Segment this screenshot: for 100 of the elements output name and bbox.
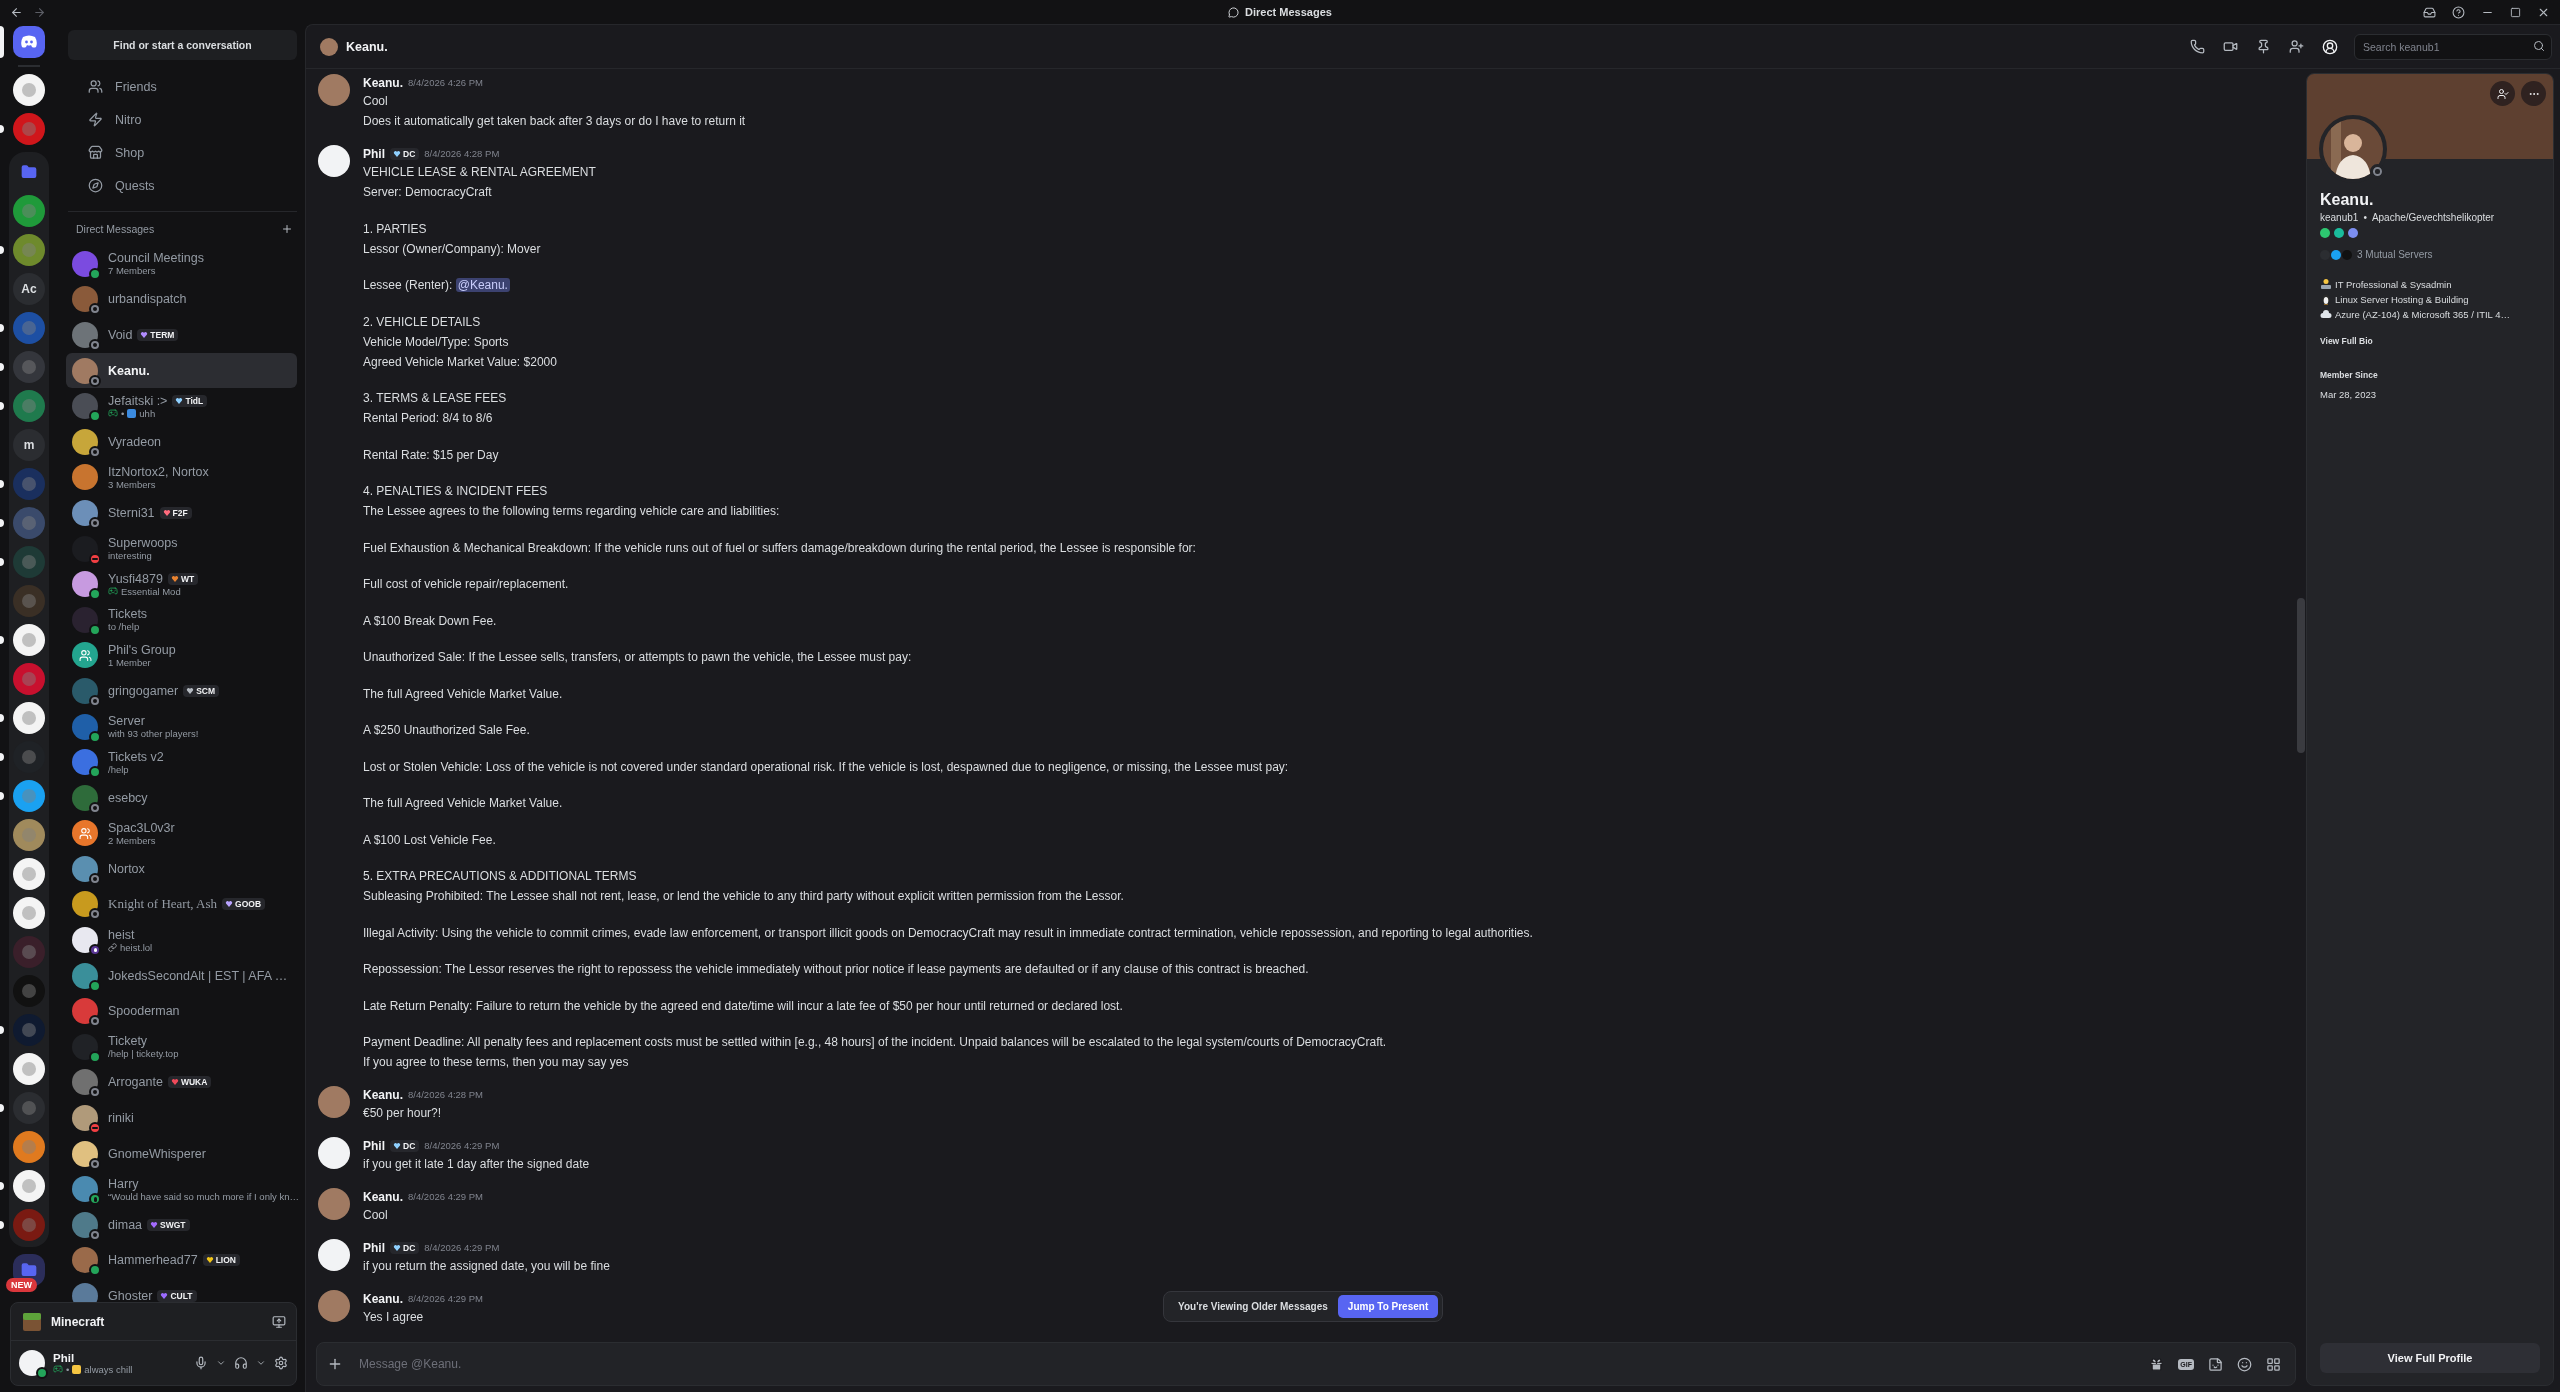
dm-item[interactable]: Keanu. [66, 352, 297, 389]
dm-subtitle: 3 Members [108, 478, 156, 490]
dm-item[interactable]: GnomeWhisperer [66, 1135, 297, 1172]
settings-icon[interactable] [274, 1356, 288, 1370]
dm-item[interactable]: Void TERM [66, 317, 297, 353]
headphones-icon[interactable] [234, 1356, 248, 1370]
jump-to-present-button[interactable]: Jump To Present [1337, 1295, 1439, 1318]
message-text: Cool [363, 1207, 389, 1224]
dm-item[interactable]: Spooderman [66, 993, 297, 1030]
dm-item[interactable]: Harry “Would have said so much more if I only kn… [66, 1171, 297, 1208]
dm-item[interactable]: Knight of Heart, Ash GOOB [66, 886, 297, 923]
author-name[interactable]: Keanu. [363, 75, 403, 90]
author-name[interactable]: Phil [363, 1138, 385, 1153]
server-icon[interactable] [13, 74, 45, 106]
profile-badge-icon[interactable] [2348, 228, 2358, 238]
dm-item[interactable]: Arrogante WUKA [66, 1064, 297, 1101]
dm-item[interactable]: Vyradeon [66, 423, 297, 460]
nav-item[interactable]: Shop [76, 136, 289, 169]
profile-badge-icon[interactable] [2334, 228, 2344, 238]
user-avatar[interactable] [318, 1239, 350, 1271]
view-bio-link[interactable]: View Full Bio [2320, 336, 2540, 346]
search-field[interactable]: Search keanub1 [2354, 33, 2552, 60]
server-icon[interactable] [13, 858, 45, 890]
message-text: VEHICLE LEASE & RENTAL AGREEMENT [363, 164, 597, 181]
forward-icon[interactable] [33, 5, 46, 19]
dm-item[interactable]: Tickets v2 /help [66, 744, 297, 780]
app-logo-icon[interactable] [13, 26, 45, 58]
add-icon[interactable] [281, 223, 293, 235]
message-text: Late Return Penalty: Failure to return the vehicle by the agreed end date/time will incur a late fee of $50 per hour until returned or declared lost. [363, 997, 1124, 1015]
phone-icon[interactable] [2190, 39, 2205, 54]
mention-link[interactable]: @Keanu. [455, 278, 510, 292]
conversation-search-button[interactable]: Find or start a conversation [68, 30, 297, 60]
server-icon[interactable]: Ac [13, 273, 45, 305]
author-name[interactable]: Keanu. [363, 1291, 403, 1306]
controller-icon [108, 408, 118, 419]
author-name[interactable]: Phil [363, 1240, 385, 1255]
search-icon[interactable] [2533, 39, 2545, 52]
caret-icon[interactable] [256, 1358, 266, 1368]
dm-item[interactable]: heist heist.lol [66, 922, 297, 958]
help-icon[interactable] [2452, 5, 2465, 19]
nav-item[interactable]: Friends [76, 70, 289, 103]
profile-badge-icon[interactable] [2320, 228, 2330, 238]
dm-item[interactable]: Sterni31 F2F [66, 495, 297, 531]
server-icon[interactable] [13, 780, 45, 812]
maximize-icon[interactable] [2510, 6, 2521, 18]
smiley-icon[interactable] [2237, 1356, 2252, 1372]
dm-item[interactable]: Spac3L0v3r 2 Members [66, 815, 297, 852]
dm-item[interactable]: riniki [66, 1100, 297, 1136]
server-icon[interactable]: m [13, 429, 45, 461]
dm-item[interactable]: Phil's Group 1 Member [66, 637, 297, 674]
server-icon[interactable] [13, 1170, 45, 1202]
add-friend-icon[interactable] [2289, 39, 2304, 54]
author-name[interactable]: Keanu. [363, 1189, 403, 1204]
dm-item[interactable]: ItzNortox2, Nortox 3 Members [66, 459, 297, 496]
dm-item[interactable]: Council Meetings 7 Members [66, 246, 297, 282]
dm-item[interactable]: Server with 93 other players! [66, 708, 297, 745]
view-profile-button[interactable]: View Full Profile [2320, 1343, 2540, 1373]
server-icon[interactable] [13, 1053, 45, 1085]
folder-icon[interactable] [21, 164, 37, 180]
inbox-icon[interactable] [2423, 5, 2436, 19]
dm-item[interactable]: Tickety /help | tickety.top [66, 1029, 297, 1065]
nav-item[interactable]: Nitro [76, 103, 289, 136]
dm-item[interactable]: JokedsSecondAlt | EST | AFA … [66, 957, 297, 994]
monitor-icon[interactable] [272, 1314, 286, 1329]
dm-item[interactable]: Superwoops interesting [66, 530, 297, 567]
apps-icon[interactable] [2266, 1356, 2281, 1372]
add-icon[interactable] [327, 1356, 343, 1372]
author-name[interactable]: Phil [363, 146, 385, 161]
video-icon[interactable] [2223, 39, 2238, 54]
mutual-servers-link[interactable]: 3 Mutual Servers [2357, 249, 2433, 260]
microphone-icon[interactable] [194, 1356, 208, 1370]
gift-icon[interactable] [2149, 1356, 2165, 1372]
user-avatar[interactable] [318, 1137, 350, 1169]
dm-item[interactable]: urbandispatch [66, 281, 297, 318]
back-icon[interactable] [10, 5, 23, 19]
server-icon[interactable] [13, 624, 45, 656]
message-text: Payment Deadline: All penalty fees and replacement costs must be settled within [e.g., 48 hours] of the incident. Unpaid balances will be escalated to the legal system/courts of DemocracyCraft. [363, 1034, 1388, 1051]
caret-icon[interactable] [216, 1358, 226, 1368]
dm-item[interactable]: gringogamer SCM [66, 673, 297, 709]
custom-status: always chill [84, 1363, 133, 1375]
dm-item[interactable]: esebcy [66, 779, 297, 816]
server-icon[interactable] [13, 897, 45, 929]
dm-subtitle: 1 Member [108, 656, 151, 668]
dm-item[interactable]: Hammerhead77 LION [66, 1242, 297, 1279]
sticker-icon[interactable] [2208, 1356, 2223, 1372]
user-avatar[interactable] [318, 145, 350, 177]
friend-status-button[interactable] [2490, 81, 2515, 106]
dm-item[interactable]: dimaa SWGT [66, 1207, 297, 1243]
dm-item[interactable]: Jefaitski :> TidL • uhh [66, 388, 297, 424]
message-field[interactable]: Message @Keanu. [357, 1356, 2136, 1372]
user-avatar[interactable] [19, 1350, 45, 1376]
dm-item[interactable]: Nortox [66, 851, 297, 887]
server-icon[interactable] [13, 702, 45, 734]
dm-item[interactable]: Yusfi4879 WT Essential Mod [66, 566, 297, 602]
scrollbar-thumb[interactable] [2297, 597, 2305, 753]
author-name[interactable]: Keanu. [363, 1087, 403, 1102]
nav-item[interactable]: Quests [76, 169, 289, 202]
dm-item[interactable]: Tickets to /help [66, 601, 297, 638]
pin-icon[interactable] [2256, 39, 2271, 54]
profile-toggle-icon[interactable] [2322, 38, 2338, 55]
